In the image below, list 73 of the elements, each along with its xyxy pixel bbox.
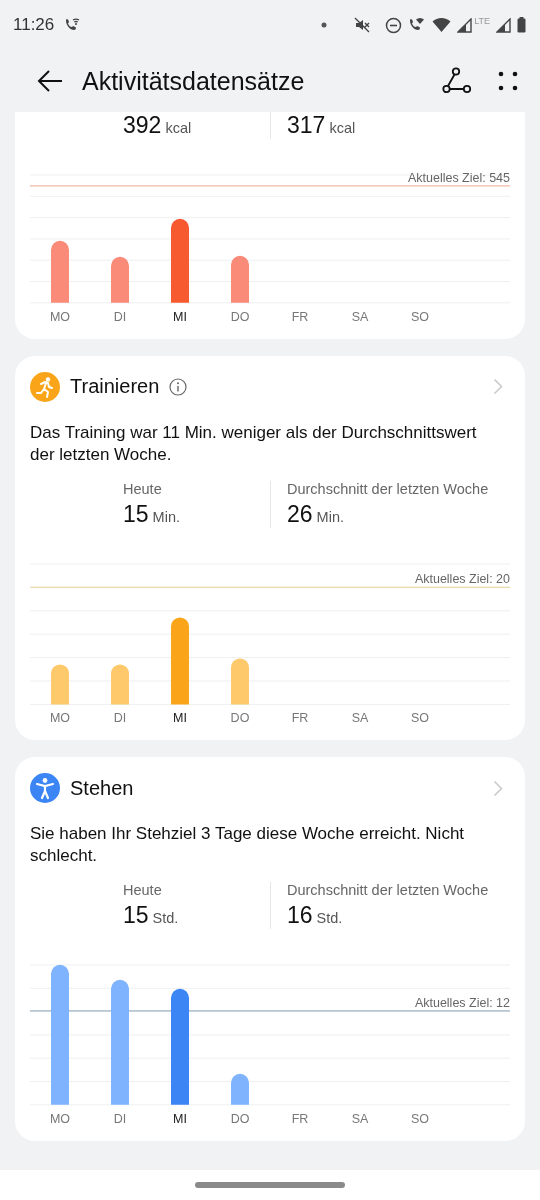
chart-bar[interactable] [171, 617, 189, 705]
stat-value: 15 [123, 500, 149, 528]
chart-bar[interactable] [51, 664, 69, 705]
day-label: DO [230, 1112, 250, 1126]
day-label: MO [49, 309, 71, 324]
day-label: DI [113, 309, 127, 324]
stat-label: Heute [123, 480, 163, 497]
chart-bar[interactable] [51, 240, 69, 303]
goal-label: Aktuelles Ziel: 12 [414, 996, 510, 1010]
goal-label: Aktuelles Ziel: 545 [408, 170, 510, 185]
running-icon [30, 371, 60, 402]
status-time: 11:26 [13, 15, 55, 35]
day-label: SO [410, 309, 429, 324]
stat-label: Durchschnitt der letzten Woche [287, 480, 489, 497]
standing-person-icon [30, 773, 60, 804]
day-label: FR [291, 309, 309, 324]
stat-label: Durchschnitt der letzten Woche [287, 882, 489, 899]
stat-label: Heute [123, 882, 163, 899]
chart-bar[interactable] [231, 1074, 249, 1105]
chart-bar[interactable] [111, 664, 129, 705]
home-indicator[interactable] [195, 1182, 345, 1188]
mute-icon [353, 16, 372, 34]
chart-bar[interactable] [231, 658, 249, 705]
more-button[interactable] [496, 69, 520, 93]
chart-bar[interactable] [171, 218, 189, 303]
stat-unit: kcal [329, 120, 356, 136]
stat-unit: kcal [165, 120, 192, 136]
stat-value: 392 [123, 112, 162, 139]
day-label: FR [291, 1112, 309, 1126]
stat-value: 26 [287, 500, 313, 528]
dot-icon [321, 22, 328, 28]
day-label: DO [230, 309, 250, 324]
page-title: Aktivitätsdatensätze [82, 66, 305, 96]
day-label: DO [230, 711, 250, 726]
card-title: Stehen [70, 776, 134, 800]
battery-icon [517, 17, 526, 33]
stat-value: 317 [287, 112, 326, 139]
day-label: MI [173, 1112, 187, 1126]
info-icon[interactable] [169, 377, 188, 396]
stat-unit: Std. [316, 910, 343, 927]
day-label: SO [410, 711, 429, 726]
summary-text: Das Training war 11 Min. weniger als der Durchschnittswert der letzten Woche. [30, 421, 478, 466]
day-label: SA [351, 309, 369, 324]
share-button[interactable] [442, 67, 472, 95]
day-label: MO [49, 711, 71, 726]
day-label: MI [173, 309, 187, 324]
chart-bar[interactable] [231, 255, 249, 303]
do-not-disturb-icon [385, 16, 403, 34]
wifi-icon [432, 17, 452, 33]
day-label: DI [113, 711, 127, 726]
card-title: Trainieren [70, 375, 160, 399]
stat-value: 16 [287, 902, 313, 930]
stat-value: 15 [123, 902, 149, 930]
day-label: SA [351, 1112, 369, 1126]
summary-text: Sie haben Ihr Stehziel 3 Tage diese Woche erreicht. Nicht schlecht. [30, 823, 466, 868]
chevron-right-icon[interactable] [493, 779, 503, 797]
day-label: SA [351, 711, 369, 726]
chevron-right-icon[interactable] [493, 378, 503, 396]
back-button[interactable] [36, 69, 64, 93]
goal-label: Aktuelles Ziel: 20 [414, 572, 510, 587]
stat-unit: Min. [316, 508, 344, 525]
stat-unit: Std. [152, 910, 179, 927]
signal-icon [457, 17, 473, 33]
day-label: FR [291, 711, 309, 726]
stat-unit: Min. [152, 508, 180, 525]
day-label: DI [113, 1112, 127, 1126]
chart-bar[interactable] [171, 989, 189, 1105]
day-label: MI [173, 711, 187, 726]
chart-bar[interactable] [111, 256, 129, 303]
signal-icon [496, 17, 511, 33]
network-type: LTE [474, 16, 490, 26]
day-label: MO [49, 1112, 71, 1126]
day-label: SO [410, 1112, 429, 1126]
